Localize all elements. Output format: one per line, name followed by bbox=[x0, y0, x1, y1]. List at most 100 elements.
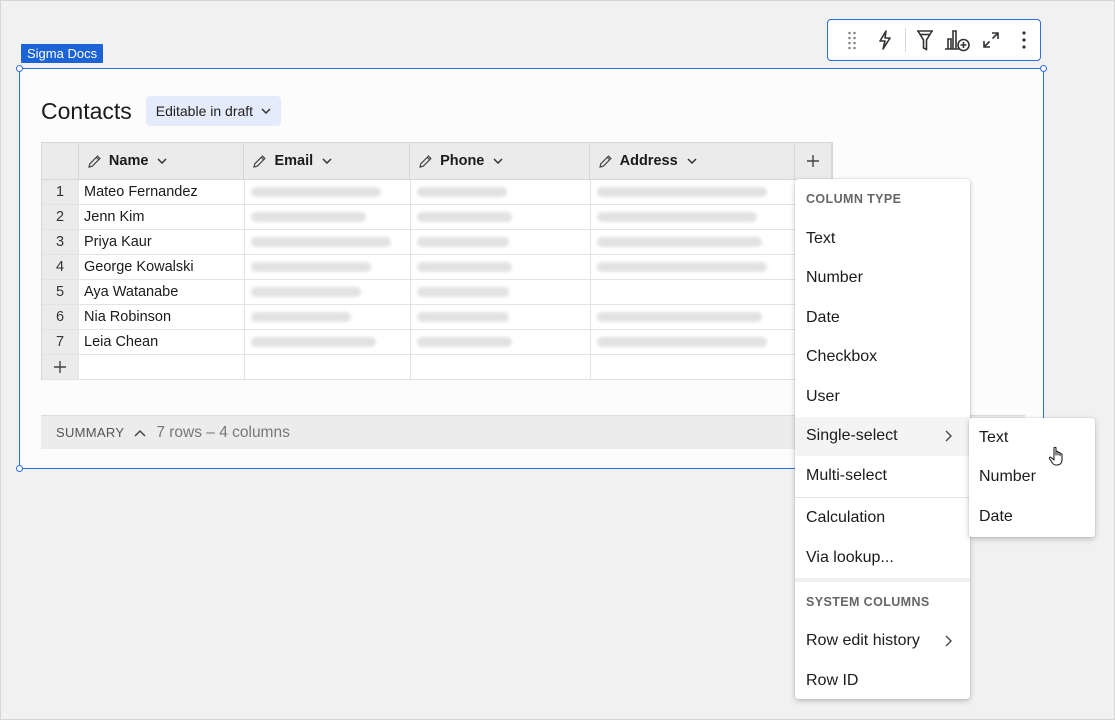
drag-handle-icon[interactable] bbox=[836, 24, 869, 56]
table-row: 1 Mateo Fernandez bbox=[42, 180, 832, 205]
cell-phone[interactable] bbox=[411, 180, 591, 204]
cell-email[interactable] bbox=[245, 255, 411, 279]
menu-item-single-select[interactable]: Single-select bbox=[795, 416, 970, 456]
cell-phone[interactable] bbox=[411, 280, 591, 304]
menu-item-via-lookup[interactable]: Via lookup... bbox=[795, 538, 970, 578]
cell-phone[interactable] bbox=[411, 255, 591, 279]
column-header-email[interactable]: Email bbox=[244, 143, 411, 179]
cell-phone[interactable] bbox=[411, 330, 591, 354]
redacted-value bbox=[417, 212, 512, 222]
menu-item-row-edit-history[interactable]: Row edit history bbox=[795, 622, 970, 662]
resize-handle-top-right[interactable] bbox=[1040, 65, 1047, 72]
hand-cursor-icon bbox=[1048, 446, 1063, 466]
menu-item-text[interactable]: Text bbox=[795, 219, 970, 259]
redacted-value bbox=[417, 187, 507, 197]
cell-phone[interactable] bbox=[411, 305, 591, 329]
chevron-down-icon[interactable] bbox=[687, 158, 697, 164]
cell-name[interactable]: Jenn Kim bbox=[79, 205, 245, 229]
cell-email[interactable] bbox=[245, 230, 411, 254]
pencil-icon bbox=[419, 154, 432, 168]
table-row: 5 Aya Watanabe bbox=[42, 280, 832, 305]
edit-mode-badge[interactable]: Editable in draft bbox=[145, 96, 282, 126]
resize-handle-top-left[interactable] bbox=[16, 65, 23, 72]
row-number: 3 bbox=[42, 230, 79, 254]
cell-name[interactable]: George Kowalski bbox=[79, 255, 245, 279]
redacted-value bbox=[597, 187, 767, 197]
row-column-count: 7 rows – 4 columns bbox=[156, 423, 290, 441]
cell-address[interactable] bbox=[591, 305, 797, 329]
filter-icon[interactable] bbox=[909, 24, 942, 56]
chevron-down-icon[interactable] bbox=[322, 158, 332, 164]
chevron-down-icon[interactable] bbox=[157, 158, 167, 164]
expand-icon[interactable] bbox=[974, 24, 1007, 56]
column-header-phone[interactable]: Phone bbox=[410, 143, 590, 179]
table-body: 1 Mateo Fernandez 2 Jenn Kim 3 Priya Kaur 4 Geo… bbox=[42, 180, 832, 355]
lightning-icon[interactable] bbox=[869, 24, 902, 56]
cell-email[interactable] bbox=[245, 280, 411, 304]
row-number: 2 bbox=[42, 205, 79, 229]
redacted-value bbox=[251, 187, 381, 197]
chevron-down-icon bbox=[261, 108, 271, 114]
edit-mode-label: Editable in draft bbox=[155, 103, 254, 119]
table-row: 3 Priya Kaur bbox=[42, 230, 832, 255]
redacted-value bbox=[417, 237, 509, 247]
empty-cell[interactable] bbox=[591, 355, 797, 379]
cell-phone[interactable] bbox=[411, 230, 591, 254]
cell-address[interactable] bbox=[591, 255, 797, 279]
cell-address[interactable] bbox=[591, 230, 797, 254]
table-row: 4 George Kowalski bbox=[42, 255, 832, 280]
menu-item-multi-select[interactable]: Multi-select bbox=[795, 456, 970, 496]
chevron-up-icon[interactable] bbox=[134, 429, 146, 437]
cell-address[interactable] bbox=[591, 280, 797, 304]
workbook-tag: Sigma Docs bbox=[21, 44, 104, 63]
redacted-value bbox=[417, 312, 509, 322]
summary-label: SUMMARY bbox=[56, 425, 125, 440]
plus-icon bbox=[807, 155, 820, 167]
menu-item-date[interactable]: Date bbox=[795, 298, 970, 338]
redacted-value bbox=[597, 212, 757, 222]
menu-item-calculation[interactable]: Calculation bbox=[795, 499, 970, 539]
empty-cell[interactable] bbox=[245, 355, 411, 379]
cell-name[interactable]: Aya Watanabe bbox=[79, 280, 245, 304]
menu-item-label: Single-select bbox=[806, 427, 898, 445]
add-chart-icon[interactable] bbox=[941, 24, 974, 56]
empty-cell[interactable] bbox=[79, 355, 245, 379]
redacted-value bbox=[251, 262, 371, 272]
submenu-item-text[interactable]: Text bbox=[969, 418, 1095, 458]
submenu-item-number[interactable]: Number bbox=[969, 458, 1095, 498]
add-row-button[interactable] bbox=[42, 355, 79, 379]
cell-email[interactable] bbox=[245, 305, 411, 329]
cell-phone[interactable] bbox=[411, 205, 591, 229]
row-number: 1 bbox=[42, 180, 79, 204]
cell-email[interactable] bbox=[245, 330, 411, 354]
cell-name[interactable]: Mateo Fernandez bbox=[79, 180, 245, 204]
column-label: Address bbox=[619, 153, 678, 169]
table-row: 6 Nia Robinson bbox=[42, 305, 832, 330]
cell-name[interactable]: Nia Robinson bbox=[79, 305, 245, 329]
add-column-button[interactable] bbox=[795, 143, 832, 179]
redacted-value bbox=[251, 337, 376, 347]
menu-item-user[interactable]: User bbox=[795, 377, 970, 417]
resize-handle-bottom-left[interactable] bbox=[16, 465, 23, 472]
redacted-value bbox=[597, 337, 767, 347]
cell-address[interactable] bbox=[591, 330, 797, 354]
cell-email[interactable] bbox=[245, 180, 411, 204]
more-icon[interactable] bbox=[1007, 24, 1040, 56]
column-header-name[interactable]: Name bbox=[78, 143, 245, 179]
column-header-address[interactable]: Address bbox=[589, 143, 796, 179]
menu-item-number[interactable]: Number bbox=[795, 259, 970, 299]
menu-item-checkbox[interactable]: Checkbox bbox=[795, 338, 970, 378]
submenu-item-date[interactable]: Date bbox=[969, 497, 1095, 537]
redacted-value bbox=[417, 337, 512, 347]
cell-name[interactable]: Leia Chean bbox=[79, 330, 245, 354]
element-header: Contacts Editable in draft bbox=[41, 96, 282, 126]
chevron-down-icon[interactable] bbox=[493, 158, 503, 164]
row-number: 5 bbox=[42, 280, 79, 304]
cell-email[interactable] bbox=[245, 205, 411, 229]
cell-address[interactable] bbox=[591, 180, 797, 204]
cell-address[interactable] bbox=[591, 205, 797, 229]
empty-cell[interactable] bbox=[411, 355, 591, 379]
menu-item-row-id[interactable]: Row ID bbox=[795, 661, 970, 701]
column-type-heading: COLUMN TYPE bbox=[806, 192, 902, 206]
cell-name[interactable]: Priya Kaur bbox=[79, 230, 245, 254]
